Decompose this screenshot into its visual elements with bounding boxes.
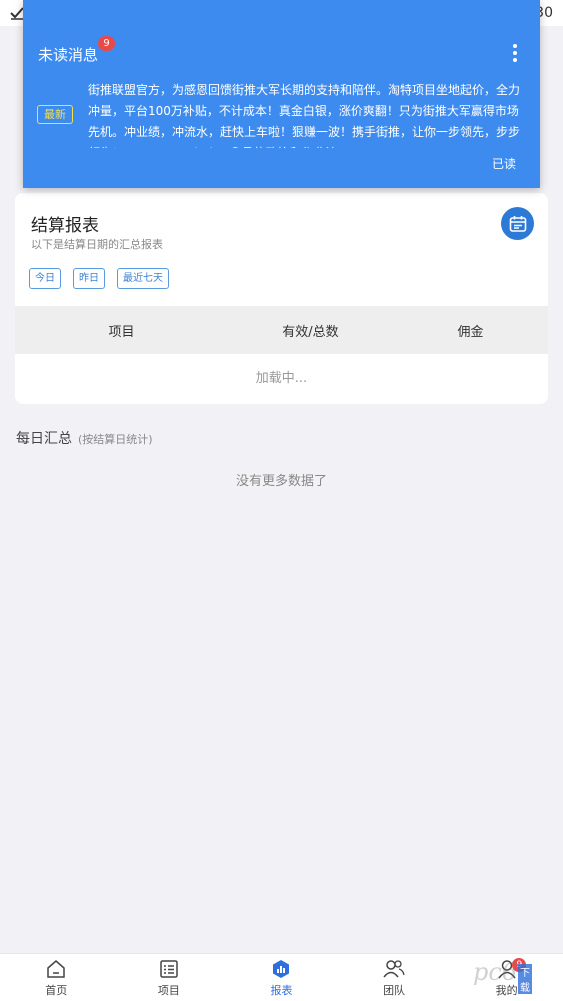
daily-summary-hint: (按结算日统计) bbox=[78, 433, 153, 446]
nav-label-home: 首页 bbox=[45, 983, 68, 997]
filter-today[interactable]: 今日 bbox=[29, 268, 61, 289]
daily-summary-title: 每日汇总 bbox=[16, 431, 72, 447]
unread-count-badge: 9 bbox=[98, 36, 115, 51]
message-body[interactable]: 街推联盟官方，为感恩回馈街推大军长期的支持和陪伴。淘特项目坐地起价，全力冲量，平… bbox=[88, 80, 520, 148]
more-options-button[interactable] bbox=[512, 44, 518, 62]
report-title: 结算报表 bbox=[31, 216, 99, 236]
nav-item-projects[interactable]: 项目 bbox=[113, 954, 226, 1001]
chart-icon bbox=[270, 958, 292, 980]
daily-summary-heading: 每日汇总 (按结算日统计) bbox=[16, 428, 153, 448]
popup-title: 未读消息 bbox=[38, 46, 99, 64]
unread-message-popup[interactable]: 未读消息 9 最新 街推联盟官方，为感恩回馈街推大军长期的支持和陪伴。淘特项目坐… bbox=[23, 0, 540, 188]
column-valid-total: 有效/总数 bbox=[282, 324, 339, 340]
list-icon bbox=[158, 958, 180, 980]
column-commission: 佣金 bbox=[457, 324, 484, 340]
filter-last-seven-days[interactable]: 最近七天 bbox=[117, 268, 169, 289]
table-header: 项目 有效/总数 佣金 bbox=[15, 306, 548, 354]
no-more-data-text: 没有更多数据了 bbox=[235, 474, 327, 489]
calendar-icon bbox=[509, 215, 526, 232]
nav-label-reports: 报表 bbox=[270, 983, 293, 997]
nav-item-home[interactable]: 首页 bbox=[0, 954, 113, 1001]
menu-dot-icon bbox=[513, 51, 517, 55]
filter-yesterday[interactable]: 昨日 bbox=[73, 268, 105, 289]
column-project: 项目 bbox=[108, 324, 135, 340]
team-icon bbox=[383, 958, 405, 980]
watermark-logo: pc6 下载 bbox=[473, 958, 532, 994]
home-icon bbox=[45, 958, 67, 980]
nav-label-projects: 项目 bbox=[157, 983, 180, 997]
nav-label-team: 团队 bbox=[383, 983, 406, 997]
report-subtitle: 以下是结算日期的汇总报表 bbox=[31, 238, 163, 251]
menu-dot-icon bbox=[513, 58, 517, 62]
date-filter-group: 今日 昨日 最近七天 bbox=[29, 268, 169, 289]
loading-text: 加载中... bbox=[255, 371, 308, 386]
menu-dot-icon bbox=[513, 44, 517, 48]
latest-tag: 最新 bbox=[37, 105, 73, 124]
nav-item-reports[interactable]: 报表 bbox=[225, 954, 338, 1001]
calendar-button[interactable] bbox=[501, 207, 534, 240]
settlement-report-card: 结算报表 以下是结算日期的汇总报表 今日 昨日 最近七天 项目 有效/总数 佣金… bbox=[15, 193, 548, 404]
watermark-sub: 下载 bbox=[518, 964, 532, 994]
nav-item-team[interactable]: 团队 bbox=[338, 954, 451, 1001]
mark-read-button[interactable]: 已读 bbox=[492, 155, 516, 172]
checkmark-icon bbox=[10, 7, 24, 20]
watermark-main: pc6 bbox=[473, 958, 518, 986]
